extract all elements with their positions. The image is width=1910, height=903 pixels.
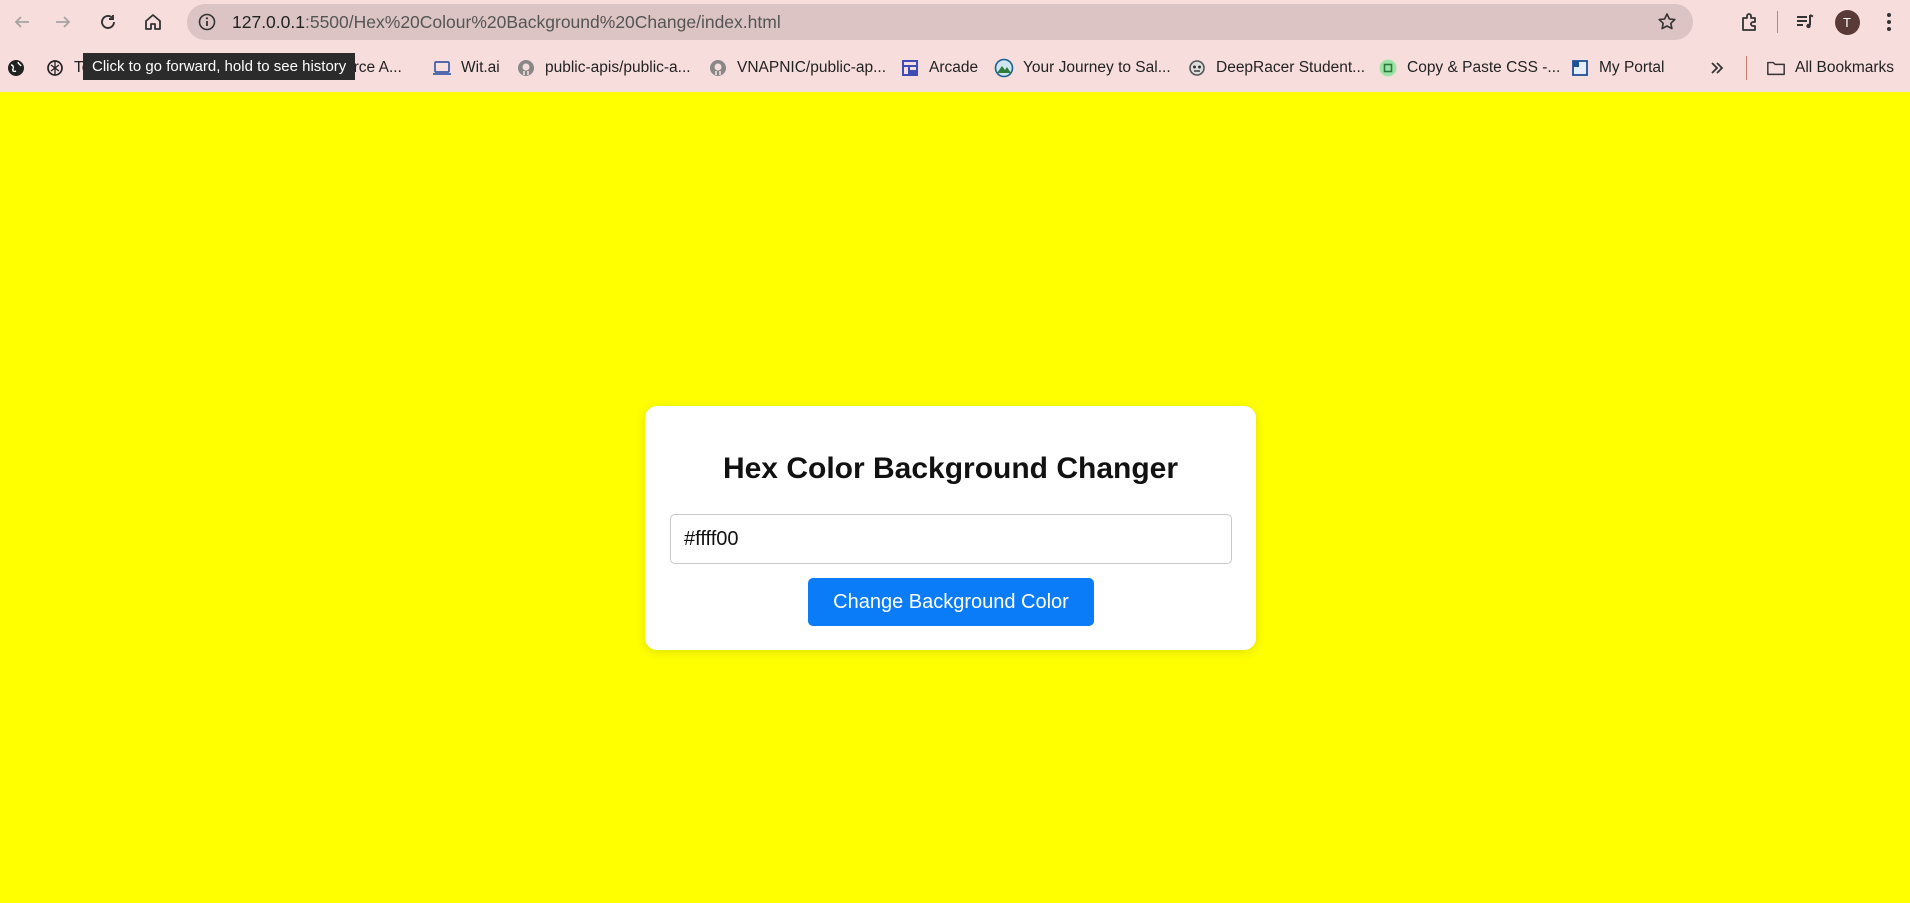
color-changer-card: Hex Color Background Changer Change Back… — [645, 406, 1256, 650]
toolbar-divider — [1777, 11, 1778, 33]
bookmark-star-icon[interactable] — [1655, 10, 1679, 34]
back-arrow-icon — [14, 16, 29, 28]
bookmark-item[interactable]: DeepRacer Student... — [1187, 52, 1365, 84]
bookmark-label: My Portal — [1599, 59, 1665, 76]
back-button[interactable] — [0, 0, 44, 44]
url-host: 127.0.0.1 — [232, 11, 305, 32]
arcade-icon — [900, 58, 920, 78]
home-button[interactable] — [131, 0, 175, 44]
bookmark-label: VNAPNIC/public-ap... — [737, 59, 887, 76]
site-info-icon[interactable] — [189, 4, 225, 40]
css-icon — [1378, 58, 1398, 78]
bookmark-item[interactable]: VNAPNIC/public-ap... — [708, 52, 886, 84]
bookmark-item[interactable]: Copy & Paste CSS -... — [1378, 52, 1560, 84]
bookmark-label: Copy & Paste CSS -... — [1407, 59, 1561, 76]
reload-button[interactable] — [86, 0, 130, 44]
bookmark-item[interactable]: Your Journey to Sal... — [994, 52, 1171, 84]
github-icon — [516, 58, 536, 78]
more-bookmarks-button[interactable] — [1707, 52, 1736, 84]
home-icon — [145, 14, 161, 30]
bookmarks-divider — [1746, 56, 1747, 80]
forward-tooltip: Click to go forward, hold to see history — [83, 53, 356, 80]
extensions-icon[interactable] — [1729, 0, 1771, 44]
globe-icon — [6, 58, 26, 78]
github-icon — [708, 58, 728, 78]
forward-arrow-icon — [56, 16, 71, 28]
hex-color-input[interactable] — [670, 514, 1232, 564]
folder-icon — [1766, 58, 1786, 78]
all-bookmarks-label: All Bookmarks — [1795, 59, 1895, 76]
profile-avatar[interactable]: T — [1826, 0, 1868, 44]
bookmark-item[interactable]: My Portal — [1570, 52, 1664, 84]
bookmark-label: Your Journey to Sal... — [1023, 59, 1171, 76]
media-controls-icon[interactable] — [1784, 0, 1826, 44]
change-background-button[interactable]: Change Background Color — [808, 578, 1094, 626]
bookmark-label: Arcade — [929, 59, 979, 76]
deepracer-icon — [1187, 58, 1207, 78]
reload-icon — [101, 15, 115, 29]
bookmark-item[interactable]: Arcade — [900, 52, 978, 84]
bookmark-item[interactable]: Wit.ai — [432, 52, 500, 84]
forward-button[interactable] — [41, 0, 85, 44]
bookmark-label: Wit.ai — [461, 59, 500, 76]
chevron-double-right-icon — [1707, 58, 1727, 78]
url-path: :5500/Hex%20Colour%20Background%20Change… — [304, 11, 781, 32]
wit-icon — [432, 58, 452, 78]
openai-icon — [45, 58, 65, 78]
toolbar-right: T — [1729, 0, 1910, 44]
menu-kebab-icon[interactable] — [1868, 0, 1910, 44]
address-bar[interactable]: 127.0.0.1:5500/Hex%20Colour%20Background… — [187, 4, 1693, 40]
bookmark-apps[interactable] — [6, 52, 35, 84]
portal-icon — [1570, 58, 1590, 78]
page-title: Hex Color Background Changer — [722, 452, 1179, 485]
all-bookmarks-button[interactable]: All Bookmarks — [1766, 52, 1894, 84]
bookmark-label: public-apis/public-a... — [545, 59, 691, 76]
bookmark-label: DeepRacer Student... — [1216, 59, 1366, 76]
salesforce-icon — [994, 58, 1014, 78]
avatar: T — [1834, 9, 1860, 35]
browser-toolbar: 127.0.0.1:5500/Hex%20Colour%20Background… — [0, 0, 1910, 44]
url-text[interactable]: 127.0.0.1:5500/Hex%20Colour%20Background… — [232, 12, 781, 33]
bookmark-item[interactable]: public-apis/public-a... — [516, 52, 691, 84]
